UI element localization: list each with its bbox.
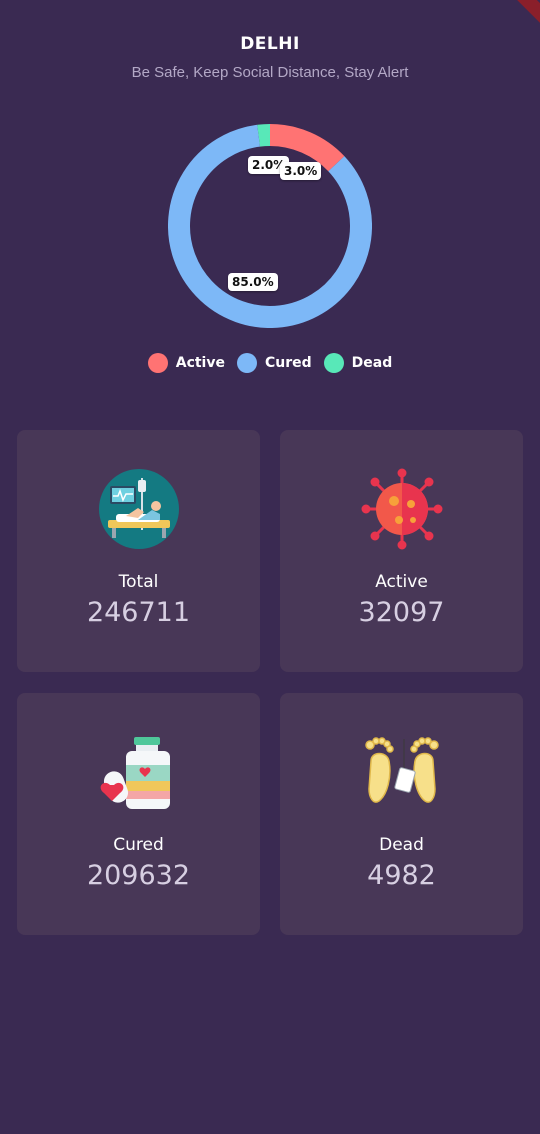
page-subtitle: Be Safe, Keep Social Distance, Stay Aler… (131, 64, 409, 81)
donut-slice-dead (257, 124, 271, 147)
card-cured-value: 209632 (86, 860, 191, 891)
legend-label-cured: Cured (264, 355, 312, 371)
hospital-bed-icon (99, 469, 179, 549)
donut-chart-svg (168, 124, 372, 328)
card-dead-label: Dead (379, 835, 424, 855)
header: DELHI Be Safe, Keep Social Distance, Sta… (0, 34, 540, 81)
page-title: DELHI (240, 34, 300, 54)
donut-chart: 2.0% 3.0% 85.0% (168, 124, 372, 328)
legend-item-cured: Cured (236, 353, 312, 373)
feet-tag-icon (365, 737, 439, 803)
chart-label-cured: 85.0% (228, 273, 278, 291)
legend-dot-cured (236, 353, 257, 373)
debug-banner (501, 0, 540, 28)
card-cured[interactable]: Cured 209632 (17, 693, 260, 935)
legend-dot-active (147, 353, 168, 373)
legend-dot-dead (323, 353, 344, 373)
card-active[interactable]: Active 32097 (280, 430, 523, 672)
card-total-value: 246711 (86, 597, 191, 628)
card-active-label: Active (375, 572, 428, 592)
virus-icon (361, 468, 443, 550)
chart-label-active: 3.0% (280, 162, 322, 180)
card-dead[interactable]: Dead 4982 (280, 693, 523, 935)
legend-label-active: Active (175, 355, 225, 371)
legend-item-active: Active (147, 353, 225, 373)
medicine-bottle-icon (100, 737, 170, 809)
card-total-label: Total (118, 572, 159, 592)
chart-legend: Active Cured Dead (0, 353, 540, 373)
card-cured-label: Cured (113, 835, 164, 855)
card-dead-value: 4982 (367, 860, 436, 891)
card-total[interactable]: Total 246711 (17, 430, 260, 672)
legend-label-dead: Dead (351, 355, 393, 371)
card-active-value: 32097 (358, 597, 445, 628)
legend-item-dead: Dead (323, 353, 393, 373)
